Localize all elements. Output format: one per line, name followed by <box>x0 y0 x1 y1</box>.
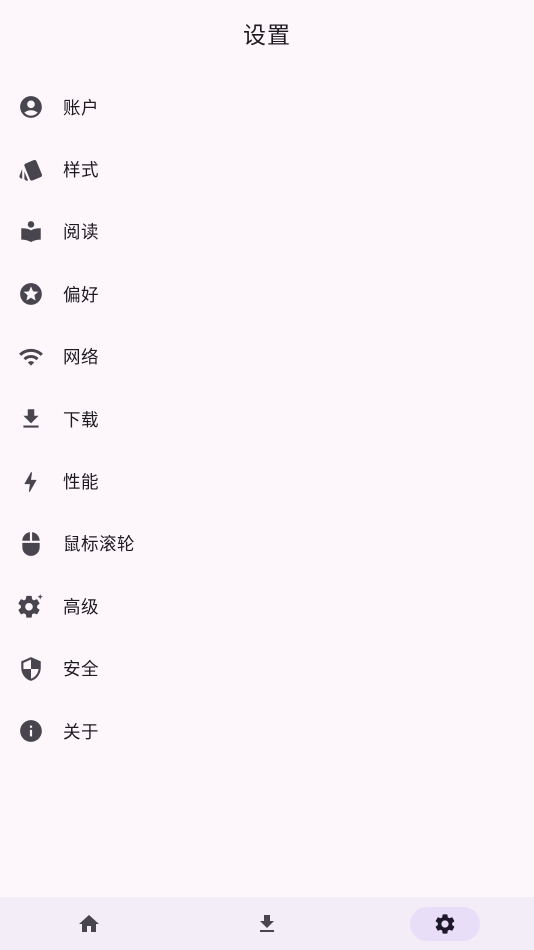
bottom-navigation-bar <box>0 897 534 950</box>
settings-item-download[interactable]: 下载 <box>0 388 534 450</box>
settings-item-label: 网络 <box>63 348 99 369</box>
settings-item-performance[interactable]: 性能 <box>0 450 534 512</box>
settings-list: 账户 样式 阅读 偏好 网络 下载 性能 鼠标滚轮 高级 安全 关于 <box>0 76 534 762</box>
settings-item-label: 关于 <box>63 722 99 743</box>
settings-item-network[interactable]: 网络 <box>0 326 534 388</box>
settings-item-account[interactable]: 账户 <box>0 76 534 138</box>
settings-item-security[interactable]: 安全 <box>0 638 534 700</box>
mouse-icon <box>18 531 44 557</box>
info-icon <box>18 718 44 744</box>
download-icon <box>18 406 44 432</box>
shield-icon <box>18 656 44 682</box>
settings-item-style[interactable]: 样式 <box>0 138 534 200</box>
page-title: 设置 <box>243 23 291 49</box>
settings-item-label: 账户 <box>63 98 99 119</box>
settings-item-label: 阅读 <box>63 223 99 244</box>
top-app-bar: 设置 <box>0 0 534 66</box>
nav-item-downloads[interactable] <box>178 897 356 950</box>
style-cards-icon <box>18 157 44 183</box>
settings-item-advanced[interactable]: 高级 <box>0 575 534 637</box>
settings-item-label: 样式 <box>63 161 99 182</box>
settings-screen: 设置 账户 样式 阅读 偏好 网络 下载 性能 鼠标滚轮 高级 安全 关于 <box>0 0 534 950</box>
settings-item-reading[interactable]: 阅读 <box>0 201 534 263</box>
settings-sparkle-icon <box>18 593 44 619</box>
settings-item-preferences[interactable]: 偏好 <box>0 263 534 325</box>
account-circle-icon <box>18 94 44 120</box>
reader-book-icon <box>18 219 44 245</box>
settings-item-label: 偏好 <box>63 285 99 306</box>
nav-indicator <box>54 907 124 941</box>
settings-item-label: 鼠标滚轮 <box>63 535 135 556</box>
home-icon <box>79 914 99 932</box>
wifi-icon <box>18 344 44 370</box>
settings-item-label: 下载 <box>63 410 99 431</box>
nav-item-home[interactable] <box>0 897 178 950</box>
settings-item-label: 安全 <box>63 660 99 681</box>
settings-item-mouse-wheel[interactable]: 鼠标滚轮 <box>0 513 534 575</box>
bolt-icon <box>18 469 44 495</box>
settings-item-about[interactable]: 关于 <box>0 700 534 762</box>
download-icon <box>260 914 274 932</box>
star-circle-icon <box>18 281 44 307</box>
settings-item-label: 性能 <box>63 473 99 494</box>
settings-item-label: 高级 <box>63 597 99 618</box>
nav-indicator <box>232 907 302 941</box>
nav-item-settings[interactable] <box>356 897 534 950</box>
gear-icon <box>435 913 455 934</box>
nav-active-indicator <box>410 906 480 941</box>
